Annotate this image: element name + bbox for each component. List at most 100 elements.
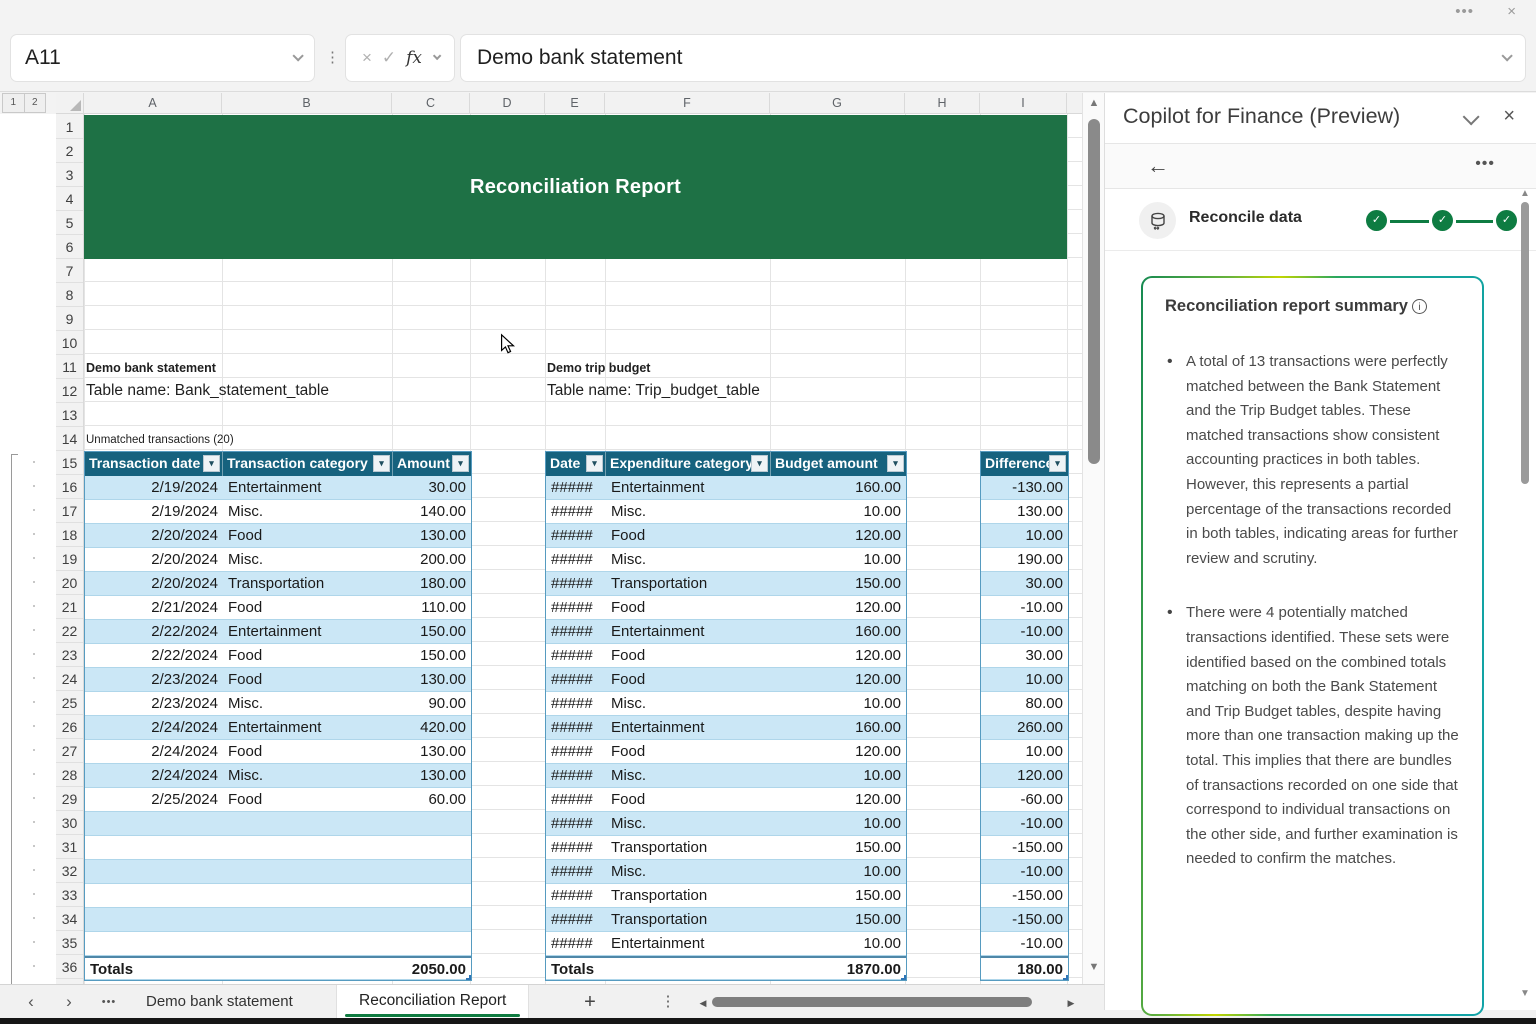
row-header-24[interactable]: 24 [56, 667, 83, 691]
column-header-D[interactable]: D [470, 93, 545, 113]
cancel-icon[interactable]: × [362, 48, 372, 68]
table-cell[interactable]: -10.00 [981, 932, 1068, 955]
table-cell[interactable]: Misc. [223, 548, 393, 571]
panel-scroll-thumb[interactable] [1521, 202, 1529, 484]
table-cell[interactable]: 10.00 [771, 500, 906, 523]
row-header-30[interactable]: 30 [56, 811, 83, 835]
row-header-18[interactable]: 18 [56, 523, 83, 547]
filter-dropdown-icon[interactable]: ▾ [586, 455, 603, 472]
unmatched-label[interactable]: Unmatched transactions (20) [86, 434, 234, 446]
table-cell[interactable]: 10.00 [771, 860, 906, 883]
filter-dropdown-icon[interactable]: ▾ [1049, 455, 1066, 472]
sheet-next-icon[interactable]: › [56, 985, 82, 1019]
table-cell[interactable]: -10.00 [981, 620, 1068, 643]
table-cell[interactable]: 150.00 [771, 884, 906, 907]
table-cell[interactable] [223, 932, 393, 955]
row-header-12[interactable]: 12 [56, 379, 83, 403]
hscroll-left-icon[interactable]: ◀ [694, 986, 712, 1020]
add-sheet-icon[interactable]: + [575, 985, 605, 1019]
table-cell[interactable] [223, 836, 393, 859]
table-cell[interactable]: 2/19/2024 [85, 476, 223, 499]
table-cell[interactable]: 260.00 [981, 716, 1068, 739]
row-header-10[interactable]: 10 [56, 331, 83, 355]
table-cell[interactable]: ##### [546, 692, 606, 715]
table-cell[interactable]: -10.00 [981, 860, 1068, 883]
totals-cell[interactable] [606, 958, 771, 979]
row-header-15[interactable]: 15 [56, 451, 83, 475]
table-cell[interactable]: ##### [546, 596, 606, 619]
table-cell[interactable]: Food [606, 788, 771, 811]
table-cell[interactable]: -60.00 [981, 788, 1068, 811]
table-cell[interactable]: 2/23/2024 [85, 668, 223, 691]
row-header-5[interactable]: 5 [56, 211, 83, 235]
table-cell[interactable]: 150.00 [771, 836, 906, 859]
table-cell[interactable]: ##### [546, 500, 606, 523]
table-cell[interactable]: ##### [546, 836, 606, 859]
table-cell[interactable] [85, 812, 223, 835]
row-header-34[interactable]: 34 [56, 907, 83, 931]
table-cell[interactable]: Transportation [606, 836, 771, 859]
filter-dropdown-icon[interactable]: ▾ [452, 455, 469, 472]
filter-dropdown-icon[interactable]: ▾ [751, 455, 768, 472]
table-cell[interactable]: 10.00 [771, 812, 906, 835]
table-cell[interactable]: 130.00 [393, 740, 471, 763]
table-cell[interactable]: 120.00 [771, 668, 906, 691]
table-cell[interactable]: Entertainment [606, 620, 771, 643]
table-cell[interactable]: Food [606, 644, 771, 667]
table-cell[interactable]: 30.00 [393, 476, 471, 499]
table-cell[interactable]: Food [223, 644, 393, 667]
table-cell[interactable]: ##### [546, 668, 606, 691]
chevron-down-icon[interactable] [1463, 108, 1480, 125]
column-header-cell[interactable]: Budget amount▾ [771, 452, 906, 476]
totals-cell[interactable]: 1870.00 [771, 958, 906, 979]
table-cell[interactable]: -130.00 [981, 476, 1068, 499]
table-cell[interactable]: ##### [546, 908, 606, 931]
table-cell[interactable]: 10.00 [981, 524, 1068, 547]
table-cell[interactable]: Entertainment [223, 716, 393, 739]
table-cell[interactable]: Food [223, 596, 393, 619]
name-box[interactable]: A11 [10, 34, 315, 82]
table-cell[interactable] [223, 884, 393, 907]
table-cell[interactable]: ##### [546, 548, 606, 571]
table-cell[interactable]: ##### [546, 764, 606, 787]
row-header-2[interactable]: 2 [56, 139, 83, 163]
table-cell[interactable]: ##### [546, 716, 606, 739]
column-header-cell[interactable]: Amount▾ [393, 452, 471, 476]
name-box-value[interactable]: A11 [25, 46, 292, 70]
row-header-14[interactable]: 14 [56, 427, 83, 451]
row-header-11[interactable]: 11 [56, 355, 83, 379]
row-header-19[interactable]: 19 [56, 547, 83, 571]
table-cell[interactable]: Food [223, 524, 393, 547]
horizontal-scrollbar[interactable] [712, 997, 1042, 1007]
table-cell[interactable]: 2/24/2024 [85, 740, 223, 763]
table-cell[interactable]: 30.00 [981, 644, 1068, 667]
row-header-1[interactable]: 1 [56, 115, 83, 139]
table-cell[interactable]: -150.00 [981, 836, 1068, 859]
table-cell[interactable]: Transportation [223, 572, 393, 595]
row-header-27[interactable]: 27 [56, 739, 83, 763]
table-cell[interactable] [85, 908, 223, 931]
copilot-close-icon[interactable]: × [1503, 105, 1515, 128]
table-cell[interactable]: Misc. [223, 500, 393, 523]
panel-scrollbar[interactable]: ▲ ▼ [1518, 188, 1532, 1003]
copilot-more-icon[interactable]: ••• [1475, 155, 1495, 173]
vertical-scroll-thumb[interactable] [1088, 119, 1100, 464]
panel-scroll-down-icon[interactable]: ▼ [1518, 988, 1532, 999]
column-header-B[interactable]: B [222, 93, 392, 113]
table-cell[interactable]: 2/22/2024 [85, 644, 223, 667]
table-cell[interactable]: -150.00 [981, 908, 1068, 931]
table-cell[interactable]: 120.00 [771, 788, 906, 811]
reconcile-task-row[interactable]: Reconcile data ✓✓✓ [1105, 189, 1536, 251]
table-cell[interactable]: Food [606, 668, 771, 691]
table-cell[interactable] [223, 812, 393, 835]
row-header-16[interactable]: 16 [56, 475, 83, 499]
row-header-3[interactable]: 3 [56, 163, 83, 187]
table-cell[interactable]: 2/23/2024 [85, 692, 223, 715]
totals-cell[interactable]: 180.00 [981, 958, 1068, 979]
table-cell[interactable]: Misc. [606, 812, 771, 835]
chevron-down-icon[interactable] [433, 52, 441, 60]
column-header-cell[interactable]: Difference▾ [981, 452, 1068, 476]
table-cell[interactable]: 120.00 [771, 740, 906, 763]
table-cell[interactable]: Entertainment [606, 716, 771, 739]
column-header-A[interactable]: A [84, 93, 222, 113]
